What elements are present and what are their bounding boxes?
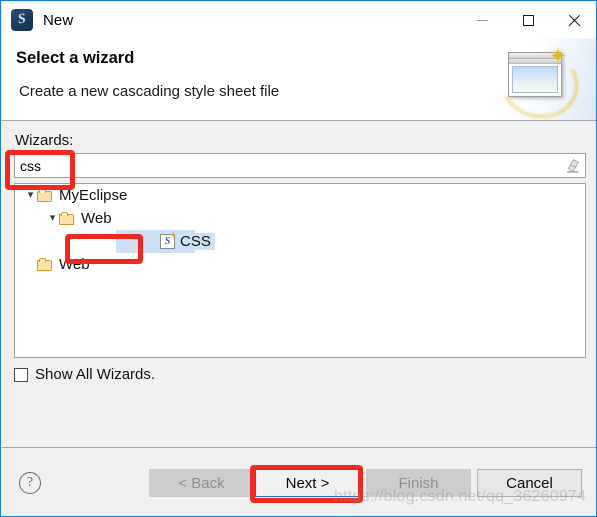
page-title: Select a wizard xyxy=(16,49,135,67)
chevron-down-icon[interactable]: ▾ xyxy=(24,190,37,201)
maximize-icon xyxy=(522,14,534,26)
tree-item-label: Web xyxy=(81,210,112,227)
title-bar: S New xyxy=(2,2,596,38)
sparkle-icon: ✦ xyxy=(549,45,567,68)
window-title: New xyxy=(43,11,74,29)
dialog-footer: ? < Back Next > Finish Cancel xyxy=(2,448,596,516)
tree-item-label: CSS xyxy=(180,233,215,250)
tree-item-css[interactable]: ▾ S ✦ CSS xyxy=(15,230,585,253)
tree-item-myeclipse[interactable]: ▾ MyEclipse xyxy=(15,184,585,207)
css-file-icon: S ✦ xyxy=(160,230,177,249)
dialog-body: Wizards: ▾ MyEclipse ▾ Web ▾ xyxy=(2,121,596,447)
show-all-wizards-checkbox[interactable] xyxy=(14,367,28,382)
page-subtitle: Create a new cascading style sheet file xyxy=(19,83,280,100)
tree-item-web-root[interactable]: ▾ Web xyxy=(15,253,585,276)
minimize-icon xyxy=(476,19,488,21)
new-wizard-dialog: S New Select a wizard Create a new casca… xyxy=(0,0,597,517)
wizards-label: Wizards: xyxy=(15,132,74,149)
new-badge-icon: ✦ xyxy=(169,230,177,240)
window-illustration-body xyxy=(512,66,558,93)
tree-item-label: MyEclipse xyxy=(59,187,128,204)
finish-button[interactable]: Finish xyxy=(366,469,471,497)
close-button[interactable] xyxy=(551,2,596,38)
maximize-button[interactable] xyxy=(505,2,551,38)
help-icon[interactable]: ? xyxy=(19,472,41,494)
tree-item-label: Web xyxy=(59,256,90,273)
next-button[interactable]: Next > xyxy=(255,469,360,497)
myeclipse-icon-glyph: S xyxy=(17,11,27,28)
chevron-down-icon[interactable]: ▾ xyxy=(46,213,59,224)
search-input[interactable] xyxy=(20,154,540,177)
dialog-header: Select a wizard Create a new cascading s… xyxy=(2,38,596,121)
search-field[interactable] xyxy=(14,153,586,178)
folder-icon xyxy=(37,257,54,272)
back-button[interactable]: < Back xyxy=(149,469,254,497)
new-window-sparkle-icon: ✦ xyxy=(487,38,596,120)
eraser-icon[interactable] xyxy=(564,157,581,174)
cancel-button[interactable]: Cancel xyxy=(477,469,582,497)
show-all-wizards-label: Show All Wizards. xyxy=(35,366,156,383)
myeclipse-icon: S xyxy=(11,9,33,31)
window-controls xyxy=(459,2,596,38)
show-all-wizards-row[interactable]: Show All Wizards. xyxy=(14,366,155,383)
minimize-button[interactable] xyxy=(459,2,505,38)
folder-icon xyxy=(59,211,76,226)
wizard-tree[interactable]: ▾ MyEclipse ▾ Web ▾ S ✦ CSS ▾ xyxy=(14,183,586,358)
close-icon xyxy=(568,14,581,27)
folder-icon xyxy=(37,188,54,203)
tree-item-web-child[interactable]: ▾ Web xyxy=(15,207,585,230)
